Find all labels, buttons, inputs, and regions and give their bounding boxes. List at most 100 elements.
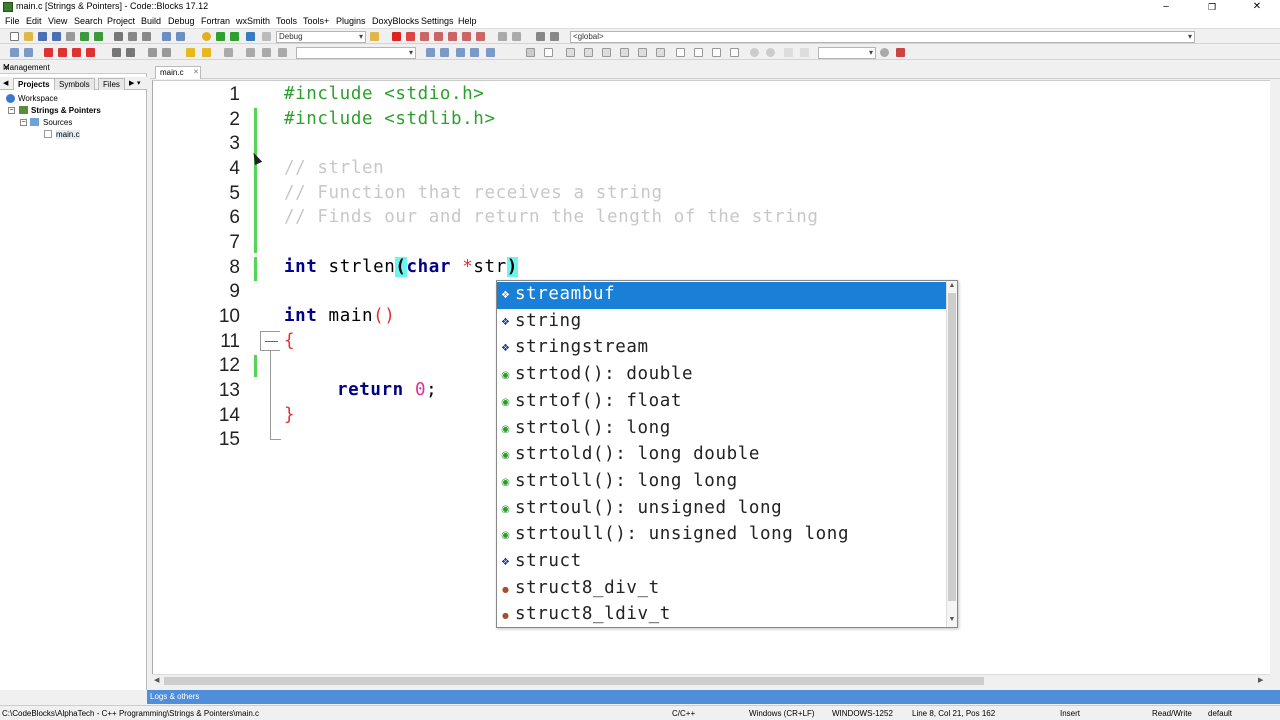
frame-icon[interactable] [676,48,685,57]
toggle-bookmark-icon[interactable] [44,48,53,57]
align-left-icon[interactable] [584,48,593,57]
tab-files[interactable]: Files [98,78,125,90]
paste-icon[interactable] [142,32,151,41]
build-target-select[interactable]: Debug [276,31,366,43]
fold-minus-icon[interactable] [265,341,278,342]
tree-collapse-icon[interactable]: − [20,119,27,126]
autocomplete-item[interactable]: ◉ strtoll(): long long [497,469,946,496]
maximize-button[interactable]: ❐ [1189,0,1235,14]
menu-project[interactable]: Project [107,16,135,26]
rebuild-icon[interactable] [246,32,255,41]
symbol-select[interactable] [296,47,416,59]
editor-horizontal-scrollbar[interactable]: ◀ ▶ [152,674,1270,686]
menu-help[interactable]: Help [458,16,477,26]
autocomplete-scrollbar[interactable]: ▲ ▼ [946,281,957,627]
doxywizard-icon[interactable] [186,48,195,57]
find-prev-icon[interactable] [426,48,435,57]
zoom-out-icon[interactable] [766,48,775,57]
autocomplete-item[interactable]: ❖ string [497,309,946,336]
pause-icon[interactable] [498,32,507,41]
minimize-button[interactable]: – [1143,0,1189,14]
zoom-in-icon[interactable] [750,48,759,57]
build-run-icon[interactable] [230,32,239,41]
autocomplete-item[interactable]: ❖ struct [497,549,946,576]
clear-bookmarks-icon[interactable] [86,48,95,57]
find-all-icon[interactable] [456,48,465,57]
autocomplete-item[interactable]: ◉ strtol(): long [497,416,946,443]
debug-info-icon[interactable] [550,32,559,41]
menu-doxyblocks[interactable]: DoxyBlocks [372,16,419,26]
autocomplete-item[interactable]: ◉ strtof(): float [497,389,946,416]
scroll-right-icon[interactable]: ▶ [1258,676,1263,684]
jump-forward-icon[interactable] [24,48,33,57]
scrollbar-thumb[interactable] [164,677,984,685]
tree-workspace[interactable]: Workspace [18,94,58,103]
step-into-icon[interactable] [434,32,443,41]
tab-scroll-right-icon[interactable]: ▶ [129,79,134,87]
autocomplete-item[interactable]: ◉ strtold(): long double [497,442,946,469]
doxy-line-comment-icon[interactable] [162,48,171,57]
tab-close-icon[interactable]: ✕ [193,67,199,79]
regex-icon[interactable] [486,48,495,57]
menu-wxsmith[interactable]: wxSmith [236,16,270,26]
tab-symbols[interactable]: Symbols [54,78,95,90]
debug-windows-icon[interactable] [536,32,545,41]
match-case-icon[interactable] [470,48,479,57]
highlight-icon[interactable] [278,48,287,57]
menu-fortran[interactable]: Fortran [201,16,230,26]
autocomplete-item[interactable]: ◉ strtoul(): unsigned long [497,496,946,523]
replace-icon[interactable] [176,32,185,41]
tree-folder-sources[interactable]: Sources [43,118,72,127]
run-to-cursor-icon[interactable] [406,32,415,41]
align-right-icon[interactable] [620,48,629,57]
run-icon[interactable] [216,32,225,41]
abort-icon[interactable] [262,32,271,41]
spell-check-icon[interactable] [784,48,793,57]
options-icon[interactable] [224,48,233,57]
tree-project[interactable]: Strings & Pointers [31,106,101,115]
autocomplete-item[interactable]: ● struct8_ldiv_t [497,602,946,629]
rect-icon[interactable] [544,48,553,57]
autocomplete-item[interactable]: ❖ stringstream [497,335,946,362]
next-change-icon[interactable] [262,48,271,57]
save-icon[interactable] [38,32,47,41]
layout-icon[interactable] [566,48,575,57]
menu-edit[interactable]: Edit [26,16,42,26]
menu-search[interactable]: Search [74,16,103,26]
tab-scroll-left-icon[interactable]: ◀ [3,79,8,87]
cut-icon[interactable] [114,32,123,41]
thesaurus-icon[interactable] [800,48,809,57]
save-all-icon[interactable] [52,32,61,41]
prev-bookmark-icon[interactable] [58,48,67,57]
close-button[interactable]: ✕ [1234,0,1280,14]
scroll-down-icon[interactable]: ▼ [948,616,956,623]
filter-select[interactable] [818,47,876,59]
find-next-icon[interactable] [440,48,449,57]
next-bookmark-icon[interactable] [72,48,81,57]
next-instruction-icon[interactable] [462,32,471,41]
logs-panel-bar[interactable]: Logs & others [147,690,1280,704]
scrollbar-thumb[interactable] [948,293,956,601]
select-icon[interactable] [526,48,535,57]
tree-collapse-icon[interactable]: − [8,107,15,114]
autocomplete-item[interactable]: ◉ strtoull(): unsigned long long [497,522,946,549]
comment-icon[interactable] [112,48,121,57]
editor-tab-main-c[interactable]: main.c ✕ [155,66,201,79]
window-icon[interactable] [694,48,703,57]
menu-debug[interactable]: Debug [168,16,195,26]
align-bottom-icon[interactable] [656,48,665,57]
menu-view[interactable]: View [48,16,67,26]
next-line-icon[interactable] [420,32,429,41]
tab-list-icon[interactable]: ▾ [137,79,141,87]
extract-docs-icon[interactable] [202,48,211,57]
tree-file-main-c[interactable]: main.c [56,130,80,139]
open-icon[interactable] [24,32,33,41]
stop-debug-icon[interactable] [512,32,521,41]
step-instruction-icon[interactable] [476,32,485,41]
redo-icon[interactable] [94,32,103,41]
menu-tools[interactable]: Tools [276,16,297,26]
align-center-icon[interactable] [602,48,611,57]
panel-icon[interactable] [712,48,721,57]
menu-settings[interactable]: Settings [421,16,454,26]
autocomplete-popup[interactable]: ❖ streambuf ❖ string ❖ stringstream ◉ strtod… [496,280,958,628]
